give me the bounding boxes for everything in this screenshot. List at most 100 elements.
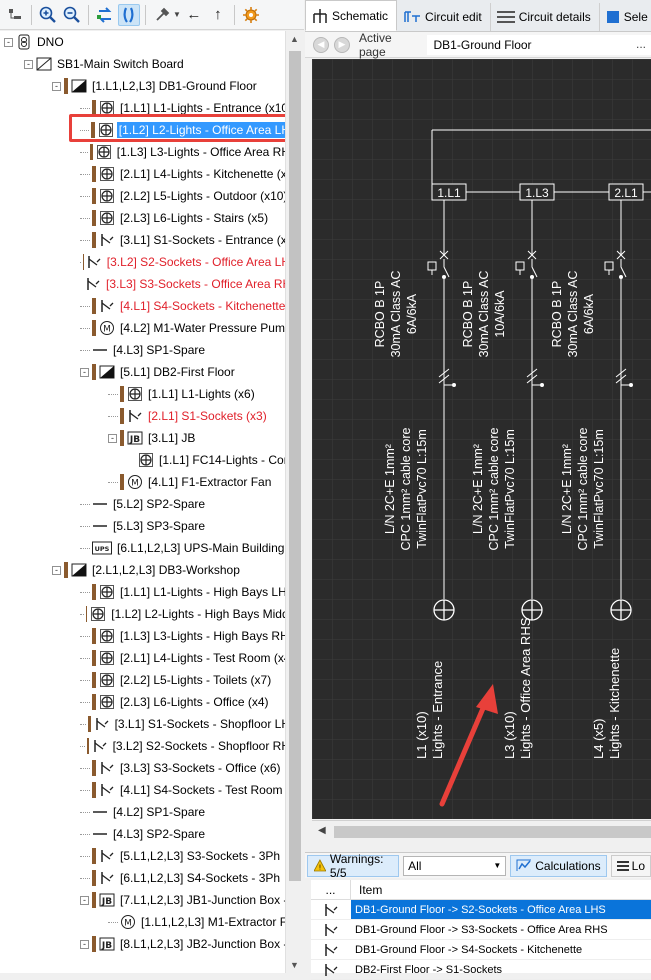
tree-node[interactable]: [3.L3] S3-Sockets - Office (x6) [0,757,285,779]
tree-node[interactable]: -DNO [0,31,285,53]
light-fitting-icon [90,606,106,622]
tree-connector [80,328,90,329]
arrow-up-button[interactable]: ↑ [207,4,229,26]
tree-node[interactable]: [5.L3] SP3-Spare [0,515,285,537]
scrollbar-thumb[interactable] [334,826,651,838]
tree-node[interactable]: [4.L3] SP1-Spare [0,339,285,361]
zoom-in-button[interactable] [37,4,59,26]
arrow-left-button[interactable]: ← [183,4,205,26]
selection-highlight-annotation [69,114,291,142]
cable-icon [92,848,96,864]
toolbar-separator [88,5,89,25]
warnings-filter-select[interactable]: All ▼ [403,856,506,876]
table-row[interactable]: DB2-First Floor -> S1-Sockets [311,960,651,980]
cable-spec-label: L/N 2C+E 1mm² [383,444,397,534]
col-item-header[interactable]: Item [351,883,382,897]
collapse-toggle-icon[interactable]: - [80,368,89,377]
tree-node[interactable]: [4.L1] S4-Sockets - Test Room [0,779,285,801]
collapse-toggle-icon[interactable]: - [52,82,61,91]
tree-node[interactable]: [2.L2] L5-Lights - Toilets (x7) [0,669,285,691]
tree-node[interactable]: -[1.L1,L2,L3] DB1-Ground Floor [0,75,285,97]
scrollbar-thumb[interactable] [289,51,301,881]
active-page-select[interactable]: DB1-Ground Floor ... [427,35,651,55]
tree-node[interactable]: -JB[7.L1,L2,L3] JB1-Junction Box - [0,889,285,911]
tree-node[interactable]: [2.L3] L6-Lights - Office (x4) [0,691,285,713]
tab-circuit-edit[interactable]: Circuit edit [397,3,491,31]
tree-node[interactable]: [1.L1] FC14-Lights - Corridor [0,449,285,471]
tab-circuit-details[interactable]: Circuit details [491,3,600,31]
tree-connector [80,108,90,109]
tree-node[interactable]: M[4.L2] M1-Water Pressure Pump [0,317,285,339]
tree-vertical-scrollbar[interactable]: ▲ ▼ [285,31,303,973]
tree-connector [80,350,90,351]
tree-node[interactable]: [3.L3] S3-Sockets - Office Area RHS [0,273,285,295]
collapse-toggle-icon[interactable]: - [80,896,89,905]
tree-node[interactable]: [1.L1] L1-Lights - High Bays LHS [0,581,285,603]
table-row[interactable]: DB1-Ground Floor -> S2-Sockets - Office … [311,900,651,920]
tree-node[interactable]: -[2.L1,L2,L3] DB3-Workshop [0,559,285,581]
back-button[interactable]: ◀ [313,37,329,53]
schematic-horizontal-scrollbar[interactable]: ◀ [312,820,651,842]
tree-node[interactable]: [1.L1] L1-Lights (x6) [0,383,285,405]
probe-button[interactable] [118,4,140,26]
more-button[interactable]: ... [636,37,646,51]
tree-node[interactable]: [3.L1] S1-Sockets - Entrance (x3) [0,229,285,251]
tree-node[interactable]: [1.L2] L2-Lights - High Bays Middle [0,603,285,625]
tree-node[interactable]: -SB1-Main Switch Board [0,53,285,75]
col-options-header[interactable]: ... [311,880,351,899]
tree-node-label: [5.L1,L2,L3] S3-Sockets - 3Ph [118,848,282,864]
tree-node[interactable]: [2.L1] S1-Sockets (x3) [0,405,285,427]
tree-node[interactable]: [1.L3] L3-Lights - Office Area RHS [0,141,285,163]
tree-node[interactable]: [2.L1] L4-Lights - Test Room (x4) [0,647,285,669]
junction-box-icon: JB [127,430,143,446]
tab-sele[interactable]: Sele [600,3,651,31]
swap-button[interactable] [94,4,116,26]
scroll-up-icon[interactable]: ▲ [290,34,299,44]
tree-node[interactable]: [3.L2] S2-Sockets - Shopfloor RHS [0,735,285,757]
tree-node[interactable]: [6.L1,L2,L3] S4-Sockets - 3Ph [0,867,285,889]
tree-node[interactable]: [2.L3] L6-Lights - Stairs (x5) [0,207,285,229]
warnings-button[interactable]: ! Warnings: 5/5 [307,855,399,877]
collapse-toggle-icon[interactable]: - [52,566,61,575]
tree-node[interactable]: [3.L1] S1-Sockets - Shopfloor LHS [0,713,285,735]
tree-options-button[interactable] [4,4,26,26]
collapse-toggle-icon[interactable]: - [24,60,33,69]
tree-node[interactable]: M[1.L1,L2,L3] M1-Extractor F [0,911,285,933]
tab-schematic[interactable]: Schematic [305,0,397,31]
forward-button[interactable]: ▶ [334,37,350,53]
tree-node[interactable]: -JB[3.L1] JB [0,427,285,449]
tree-node[interactable]: [2.L1] L4-Lights - Kitchenette (x5) [0,163,285,185]
tools-dropdown-button[interactable] [151,4,173,26]
tree-node[interactable]: [3.L2] S2-Sockets - Office Area LHS [0,251,285,273]
tree-node[interactable]: -JB[8.L1,L2,L3] JB2-Junction Box - [0,933,285,955]
tree-node[interactable]: [5.L2] SP2-Spare [0,493,285,515]
tree-node[interactable]: - [5.L1] DB2-First Floor [0,361,285,383]
tree-connector [80,306,90,307]
calculations-button[interactable]: Calculations [510,855,606,877]
tree-node[interactable]: M[4.L1] F1-Extractor Fan [0,471,285,493]
tree-node-label: [5.L1] DB2-First Floor [118,364,237,380]
tree-node[interactable]: [4.L2] SP1-Spare [0,801,285,823]
swap-icon [96,6,114,24]
tree-node[interactable]: [4.L3] SP2-Spare [0,823,285,845]
collapse-toggle-icon[interactable]: - [4,38,13,47]
tree-connector [80,768,90,769]
scroll-left-icon[interactable]: ◀ [318,825,326,836]
table-row[interactable]: DB1-Ground Floor -> S4-Sockets - Kitchen… [311,940,651,960]
tree-node[interactable]: [2.L2] L5-Lights - Outdoor (x10) [0,185,285,207]
tree-node[interactable]: [5.L1,L2,L3] S3-Sockets - 3Ph [0,845,285,867]
schematic-canvas[interactable]: 1.L1RCBO B 1P30mA Class AC6A/6kAL/N 2C+E… [312,59,651,819]
zoom-out-button[interactable] [61,4,83,26]
collapse-toggle-icon[interactable]: - [80,940,89,949]
tree-node[interactable]: UPS[6.L1,L2,L3] UPS-Main Building [0,537,285,559]
warning-item-text: DB1-Ground Floor -> S4-Sockets - Kitchen… [351,944,582,956]
settings-button[interactable] [240,4,262,26]
cable-icon [92,870,96,886]
table-row[interactable]: DB1-Ground Floor -> S3-Sockets - Office … [311,920,651,940]
tree-node[interactable]: [4.L1] S4-Sockets - Kitchenette [0,295,285,317]
tree-node[interactable]: [1.L3] L3-Lights - High Bays RHS [0,625,285,647]
scroll-down-icon[interactable]: ▼ [290,960,299,970]
cable-icon [92,672,96,688]
log-button[interactable]: Lo [611,855,651,877]
collapse-toggle-icon[interactable]: - [108,434,117,443]
